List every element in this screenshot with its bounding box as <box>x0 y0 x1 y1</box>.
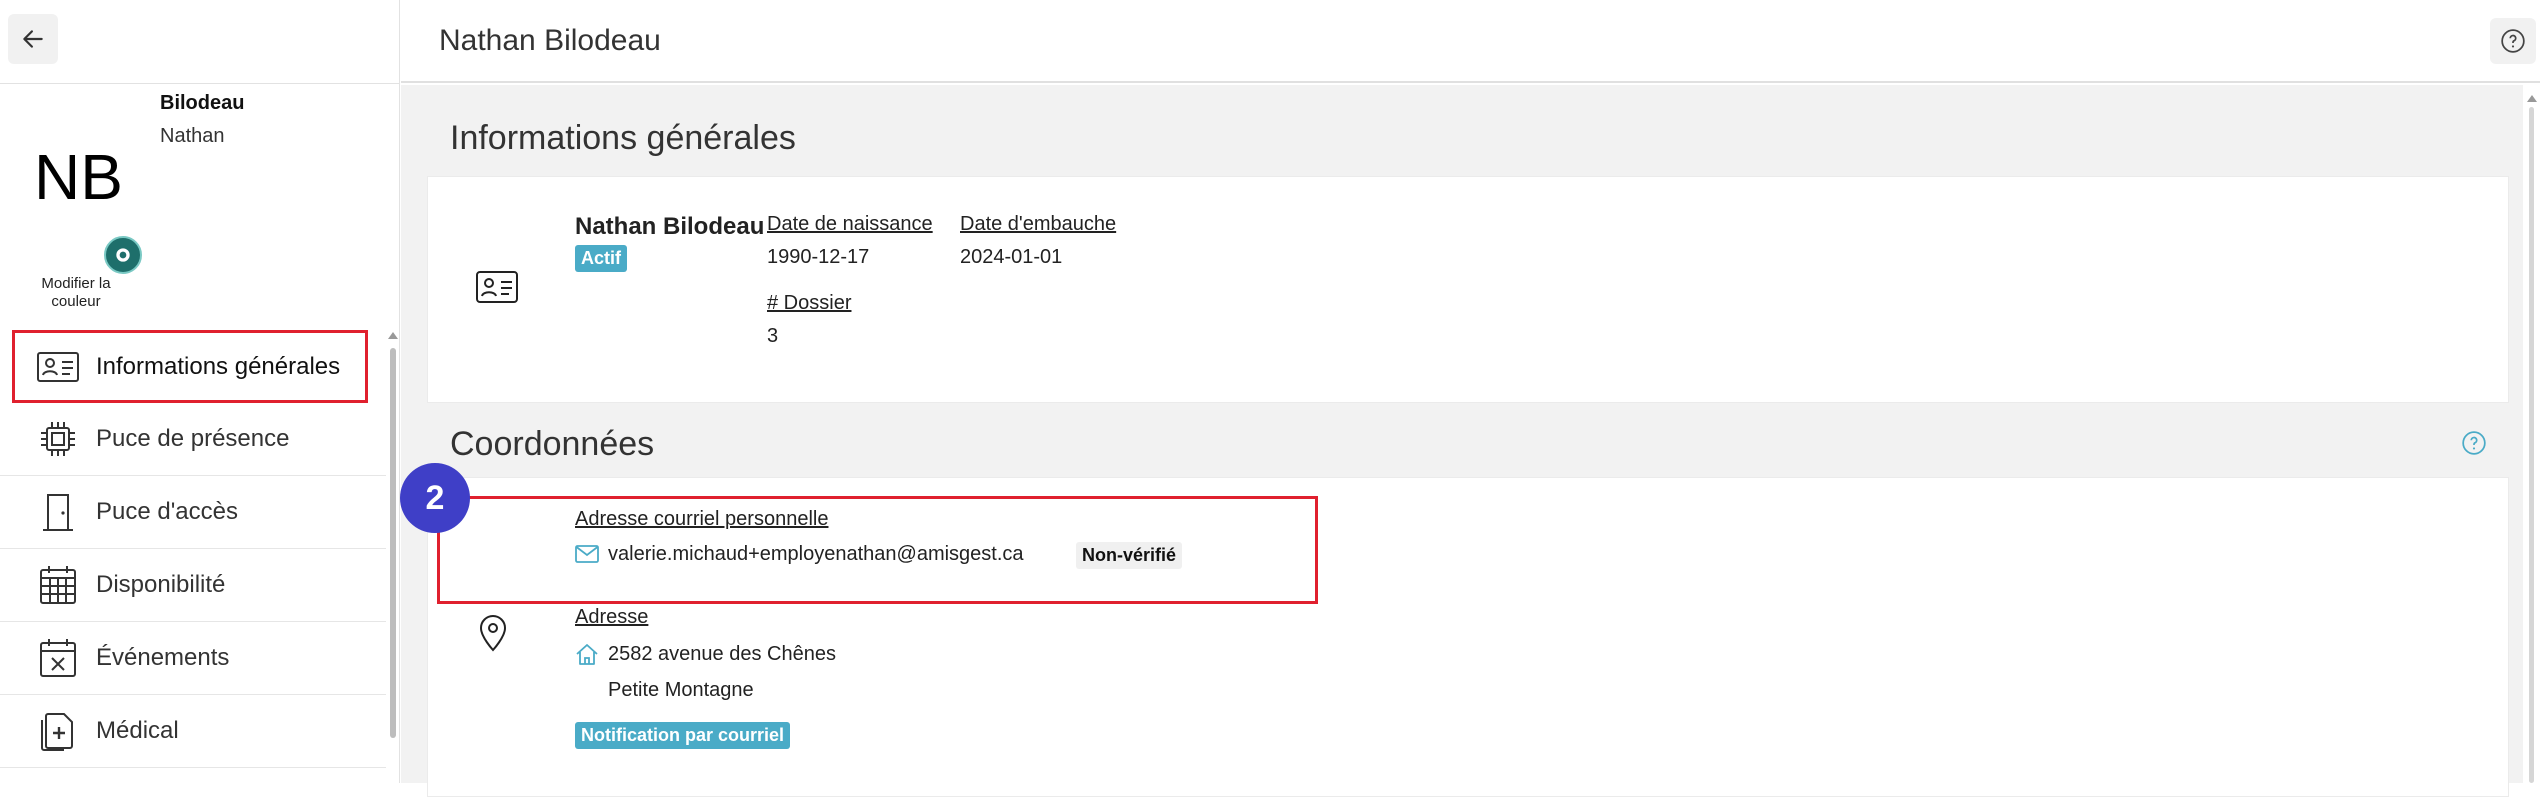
status-badge: Actif <box>575 245 627 272</box>
main-content: Informations générales Nathan Bilodeau A… <box>401 85 2523 797</box>
email-highlight-box <box>437 496 1318 604</box>
help-button[interactable] <box>2490 18 2536 64</box>
section-title-contact: Coordonnées <box>450 425 655 463</box>
sidebar-scroll-thumb[interactable] <box>390 348 396 738</box>
sidebar-menu: Informations générales Puce de présence … <box>0 330 386 768</box>
camera-icon[interactable] <box>104 236 142 274</box>
main-scrollbar[interactable] <box>2523 85 2540 783</box>
door-icon <box>36 490 80 534</box>
notification-badge: Notification par courriel <box>575 722 791 749</box>
sidebar-divider <box>0 83 400 84</box>
sidebar-item-general-info[interactable]: Informations générales <box>12 330 368 403</box>
sidebar-item-label: Puce d'accès <box>96 498 238 525</box>
sidebar: Bilodeau Nathan NB Modifier la couleur I… <box>0 0 400 783</box>
arrow-left-icon <box>23 30 43 48</box>
birth-date-value: 1990-12-17 <box>767 246 870 268</box>
birth-date-label: Date de naissance <box>767 213 933 235</box>
file-number-label: # Dossier <box>767 292 852 314</box>
sidebar-scrollbar[interactable] <box>388 330 398 783</box>
calendar-grid-icon <box>36 563 80 607</box>
contact-help-icon[interactable] <box>2461 430 2487 461</box>
page-title: Nathan Bilodeau <box>439 24 661 57</box>
scroll-up-arrow-icon[interactable] <box>388 332 398 339</box>
hire-date-value: 2024-01-01 <box>960 246 1063 268</box>
hire-date-label: Date d'embauche <box>960 213 1117 235</box>
id-card-icon <box>36 345 80 389</box>
step-badge: 2 <box>400 463 470 533</box>
id-card-icon <box>476 271 518 308</box>
help-icon <box>2501 29 2525 53</box>
home-icon <box>575 643 599 670</box>
address-label: Adresse <box>575 606 649 628</box>
sidebar-item-availability[interactable]: Disponibilité <box>0 549 386 622</box>
sidebar-item-label: Puce de présence <box>96 425 290 452</box>
sidebar-item-label: Médical <box>96 717 179 744</box>
location-pin-icon <box>478 614 508 657</box>
change-color-label[interactable]: Modifier la couleur <box>28 275 124 311</box>
medical-file-icon <box>36 709 80 753</box>
sidebar-item-label: Disponibilité <box>96 571 226 598</box>
sidebar-item-label: Événements <box>96 644 230 671</box>
back-button[interactable] <box>8 14 58 64</box>
main-scroll-thumb[interactable] <box>2529 107 2534 783</box>
sidebar-item-events[interactable]: Événements <box>0 622 386 695</box>
sidebar-item-presence-chip[interactable]: Puce de présence <box>0 403 386 476</box>
employee-name: Nathan Bilodeau <box>575 213 765 240</box>
file-number-value: 3 <box>767 325 779 347</box>
sidebar-item-access-chip[interactable]: Puce d'accès <box>0 476 386 549</box>
section-title-general: Informations générales <box>450 119 796 157</box>
scroll-up-arrow-icon[interactable] <box>2527 95 2537 102</box>
profile-lastname: Bilodeau <box>160 92 245 114</box>
sidebar-item-label: Informations générales <box>96 352 341 380</box>
profile-firstname: Nathan <box>160 125 225 147</box>
avatar-initials: NB <box>34 141 123 213</box>
general-info-card: Nathan Bilodeau Actif Date de naissance … <box>427 176 2509 403</box>
chip-icon <box>36 417 80 461</box>
address-line1: 2582 avenue des Chênes <box>608 643 836 665</box>
calendar-x-icon <box>36 636 80 680</box>
header: Nathan Bilodeau <box>401 0 2540 83</box>
sidebar-item-medical[interactable]: Médical <box>0 695 386 768</box>
address-line2: Petite Montagne <box>608 679 754 701</box>
